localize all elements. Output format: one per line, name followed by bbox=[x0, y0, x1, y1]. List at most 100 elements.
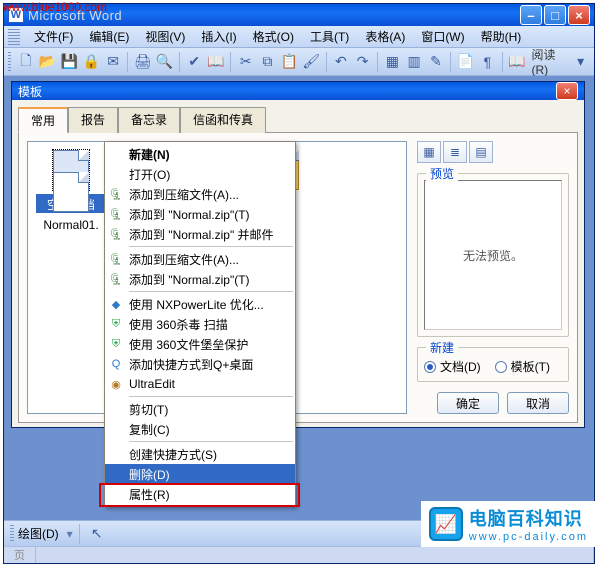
menu-table[interactable]: 表格(A) bbox=[359, 26, 411, 47]
menu-view[interactable]: 视图(V) bbox=[139, 26, 191, 47]
dialog-right-column: ▦ ≣ ▤ 预览 无法预览。 新建 bbox=[417, 141, 569, 414]
menu-edit[interactable]: 编辑(E) bbox=[83, 26, 135, 47]
shield-icon: ⛨ bbox=[108, 316, 124, 332]
select-objects-icon[interactable]: ↖ bbox=[86, 523, 108, 545]
toolbar-separator bbox=[450, 52, 451, 72]
copy-icon[interactable]: ⧉ bbox=[258, 51, 277, 73]
document-icon bbox=[53, 172, 89, 212]
ok-button[interactable]: 确定 bbox=[437, 392, 499, 414]
new-icon[interactable]: 🗋 bbox=[16, 51, 35, 73]
drawing-icon[interactable]: ✎ bbox=[427, 51, 446, 73]
show-marks-icon[interactable]: ¶ bbox=[478, 51, 497, 73]
ctx-qplus-shortcut[interactable]: Q添加快捷方式到Q+桌面 bbox=[105, 354, 295, 374]
ctx-add-to-normalzip-mail[interactable]: 🗜添加到 "Normal.zip" 并邮件 bbox=[105, 224, 295, 244]
maximize-button[interactable]: □ bbox=[544, 5, 566, 25]
ctx-add-to-archive[interactable]: 🗜添加到压缩文件(A)... bbox=[105, 184, 295, 204]
mail-icon[interactable]: ✉ bbox=[104, 51, 123, 73]
draw-menu-button[interactable]: 绘图(D) bbox=[18, 525, 63, 542]
ctx-new[interactable]: 新建(N) bbox=[105, 144, 295, 164]
preview-text: 无法预览。 bbox=[463, 247, 523, 264]
minimize-button[interactable]: – bbox=[520, 5, 542, 25]
menu-tools[interactable]: 工具(T) bbox=[304, 26, 355, 47]
menu-grip[interactable] bbox=[8, 29, 20, 45]
toolbar-grip[interactable] bbox=[8, 52, 11, 72]
menu-window[interactable]: 窗口(W) bbox=[415, 26, 470, 47]
tab-letters-faxes[interactable]: 信函和传真 bbox=[180, 107, 266, 133]
format-painter-icon[interactable]: 🖌 bbox=[302, 51, 321, 73]
shield-icon: ⛨ bbox=[108, 336, 124, 352]
ultraedit-icon: ◉ bbox=[108, 376, 124, 392]
archive-icon: 🗜 bbox=[108, 226, 124, 242]
qplus-icon: Q bbox=[108, 356, 124, 372]
view-details-button[interactable]: ▤ bbox=[469, 141, 493, 163]
toolbar-separator bbox=[79, 524, 80, 544]
tab-general[interactable]: 常用 bbox=[18, 107, 68, 133]
toolbar-overflow-icon[interactable]: ▾ bbox=[571, 51, 590, 73]
read-label[interactable]: 阅读(R) bbox=[530, 46, 569, 77]
archive-icon: 🗜 bbox=[108, 186, 124, 202]
menu-insert[interactable]: 插入(I) bbox=[195, 26, 242, 47]
permission-icon[interactable]: 🔒 bbox=[82, 51, 101, 73]
dialog-close-button[interactable]: × bbox=[556, 82, 578, 100]
preview-box: 无法预览。 bbox=[424, 180, 562, 330]
ctx-properties[interactable]: 属性(R) bbox=[105, 484, 295, 504]
document-map-icon[interactable]: 📄 bbox=[456, 51, 475, 73]
status-page-label: 页 bbox=[4, 547, 36, 563]
ctx-add-to-normalzip-2[interactable]: 🗜添加到 "Normal.zip"(T) bbox=[105, 269, 295, 289]
ctx-add-to-archive-2[interactable]: 🗜添加到压缩文件(A)... bbox=[105, 249, 295, 269]
dialog-title-bar: 模板 × bbox=[12, 82, 584, 100]
save-icon[interactable]: 💾 bbox=[60, 51, 79, 73]
radio-document[interactable]: 文档(D) bbox=[424, 358, 481, 375]
menu-help[interactable]: 帮助(H) bbox=[475, 26, 528, 47]
tab-memos[interactable]: 备忘录 bbox=[118, 107, 180, 133]
menu-file[interactable]: 文件(F) bbox=[28, 26, 79, 47]
nxpowerlite-icon: ◆ bbox=[108, 296, 124, 312]
toolbar-separator bbox=[326, 52, 327, 72]
toolbar-separator bbox=[502, 52, 503, 72]
ctx-ultraedit[interactable]: ◉UltraEdit bbox=[105, 374, 295, 394]
preview-group-title: 预览 bbox=[426, 165, 458, 182]
watermark-bottom-zh: 电脑百科知识 bbox=[469, 505, 588, 531]
ctx-cut[interactable]: 剪切(T) bbox=[105, 399, 295, 419]
open-icon[interactable]: 📂 bbox=[38, 51, 57, 73]
toolbar-separator bbox=[179, 52, 180, 72]
ctx-add-to-normalzip[interactable]: 🗜添加到 "Normal.zip"(T) bbox=[105, 204, 295, 224]
menu-bar: 文件(F) 编辑(E) 视图(V) 插入(I) 格式(O) 工具(T) 表格(A… bbox=[4, 26, 594, 48]
ctx-nxpowerlite[interactable]: ◆使用 NXPowerLite 优化... bbox=[105, 294, 295, 314]
pc-daily-logo-icon: 📈 bbox=[429, 507, 463, 541]
undo-icon[interactable]: ↶ bbox=[331, 51, 350, 73]
read-mode-icon[interactable]: 📖 bbox=[508, 51, 527, 73]
ctx-360-fortress[interactable]: ⛨使用 360文件堡垒保护 bbox=[105, 334, 295, 354]
print-icon[interactable]: 🖨 bbox=[133, 51, 152, 73]
spell-icon[interactable]: ✔ bbox=[185, 51, 204, 73]
ctx-delete[interactable]: 删除(D) bbox=[105, 464, 295, 484]
view-large-icons-button[interactable]: ▦ bbox=[417, 141, 441, 163]
paste-icon[interactable]: 📋 bbox=[280, 51, 299, 73]
close-button[interactable]: × bbox=[568, 5, 590, 25]
view-list-button[interactable]: ≣ bbox=[443, 141, 467, 163]
ctx-copy[interactable]: 复制(C) bbox=[105, 419, 295, 439]
toolbar-separator bbox=[230, 52, 231, 72]
draw-toolbar-grip[interactable] bbox=[10, 525, 14, 543]
radio-label: 文档(D) bbox=[440, 358, 481, 375]
ctx-create-shortcut[interactable]: 创建快捷方式(S) bbox=[105, 444, 295, 464]
dialog-tabs: 常用 报告 备忘录 信函和传真 bbox=[12, 100, 584, 132]
columns-icon[interactable]: ▥ bbox=[405, 51, 424, 73]
ctx-open[interactable]: 打开(O) bbox=[105, 164, 295, 184]
research-icon[interactable]: 📖 bbox=[207, 51, 226, 73]
preview-icon[interactable]: 🔍 bbox=[155, 51, 174, 73]
insert-table-icon[interactable]: ▦ bbox=[383, 51, 402, 73]
archive-icon: 🗜 bbox=[108, 206, 124, 222]
cancel-button[interactable]: 取消 bbox=[507, 392, 569, 414]
radio-template[interactable]: 模板(T) bbox=[495, 358, 550, 375]
menu-format[interactable]: 格式(O) bbox=[247, 26, 300, 47]
template-item-normal01[interactable]: Normal01. bbox=[36, 172, 106, 232]
watermark-bottom: 📈 电脑百科知识 www.pc-daily.com bbox=[421, 501, 596, 547]
watermark-bottom-en: www.pc-daily.com bbox=[469, 531, 588, 543]
redo-icon[interactable]: ↷ bbox=[353, 51, 372, 73]
cut-icon[interactable]: ✂ bbox=[236, 51, 255, 73]
standard-toolbar: 🗋 📂 💾 🔒 ✉ 🖨 🔍 ✔ 📖 ✂ ⧉ 📋 🖌 ↶ ↷ ▦ ▥ ✎ 📄 ¶ … bbox=[4, 48, 594, 76]
tab-reports[interactable]: 报告 bbox=[68, 107, 118, 133]
new-group: 新建 文档(D) 模板(T) bbox=[417, 347, 569, 382]
ctx-360-scan[interactable]: ⛨使用 360杀毒 扫描 bbox=[105, 314, 295, 334]
